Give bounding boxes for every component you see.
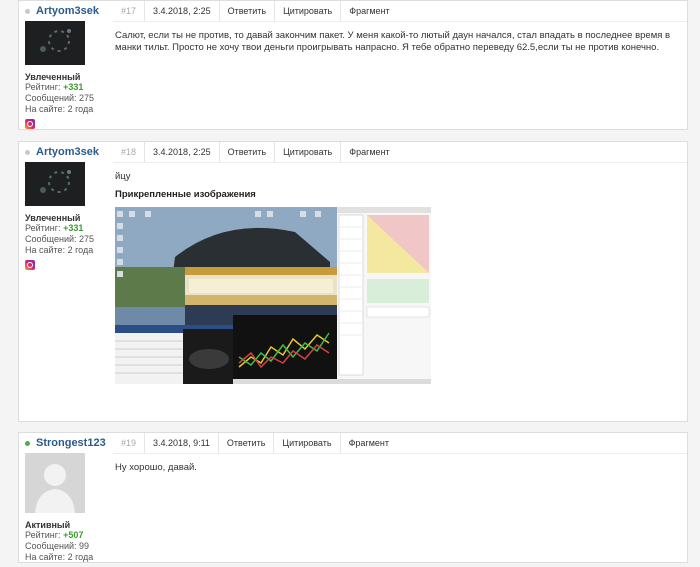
post-number[interactable]: #17 <box>113 1 146 21</box>
header-divider <box>113 453 687 454</box>
author-name[interactable]: Artyom3sek <box>25 146 115 158</box>
post-text: йцу <box>115 171 131 182</box>
reply-button[interactable]: Ответить <box>219 433 275 453</box>
user-role: Активный <box>25 520 71 530</box>
post-date: 3.4.2018, 2:25 <box>145 142 220 162</box>
avatar[interactable] <box>25 453 85 513</box>
author-name[interactable]: Artyom3sek <box>25 5 115 17</box>
post-header: #19 3.4.2018, 9:11 Ответить Цитировать Ф… <box>113 433 389 453</box>
user-messages: Сообщений: 275 <box>25 234 95 244</box>
post-header: #17 3.4.2018, 2:25 Ответить Цитировать Ф… <box>113 1 390 21</box>
attached-image[interactable] <box>115 207 431 384</box>
quote-button[interactable]: Цитировать <box>274 433 341 453</box>
user-rating: Рейтинг: +507 <box>25 530 84 540</box>
post-author-panel: Strongest123 Активный Рейтинг: +507 Сооб… <box>25 437 115 563</box>
user-role: Увлеченный <box>25 72 81 82</box>
post-author-panel: Artyom3sek Увлеченный Рейтинг: +331 Сооб… <box>25 146 115 270</box>
attachments-title: Прикрепленные изображения <box>115 189 256 200</box>
post-number[interactable]: #18 <box>113 142 146 162</box>
fragment-button[interactable]: Фрагмент <box>341 433 397 453</box>
user-on-site: На сайте: 2 года <box>25 104 94 114</box>
fragment-button[interactable]: Фрагмент <box>341 142 397 162</box>
online-status-icon <box>25 440 30 446</box>
quote-button[interactable]: Цитировать <box>275 142 342 162</box>
header-divider <box>113 162 687 163</box>
avatar[interactable] <box>25 162 85 206</box>
post-date: 3.4.2018, 2:25 <box>145 1 220 21</box>
fragment-button[interactable]: Фрагмент <box>341 1 397 21</box>
user-role: Увлеченный <box>25 213 81 223</box>
post-date: 3.4.2018, 9:11 <box>145 433 219 453</box>
post-number[interactable]: #19 <box>113 433 146 453</box>
forum-post: Artyom3sek Увлеченный Рейтинг: +331 Сооб… <box>18 0 688 130</box>
user-messages: Сообщений: 99 <box>25 541 90 551</box>
user-rating: Рейтинг: +331 <box>25 82 84 92</box>
instagram-icon[interactable] <box>25 119 35 129</box>
quote-button[interactable]: Цитировать <box>275 1 342 21</box>
avatar[interactable] <box>25 21 85 65</box>
header-divider <box>113 21 687 22</box>
post-text: Ну хорошо, давай. <box>115 462 197 473</box>
post-header: #18 3.4.2018, 2:25 Ответить Цитировать Ф… <box>113 142 390 162</box>
post-author-panel: Artyom3sek Увлеченный Рейтинг: +331 Сооб… <box>25 5 115 129</box>
instagram-icon[interactable] <box>25 260 35 270</box>
author-name[interactable]: Strongest123 <box>25 437 115 449</box>
reply-button[interactable]: Ответить <box>220 1 276 21</box>
status-dot-icon <box>25 8 30 14</box>
forum-post: Strongest123 Активный Рейтинг: +507 Сооб… <box>18 432 688 563</box>
user-on-site: На сайте: 2 года <box>25 552 94 562</box>
post-text: Салют, если ты не против, то давай закон… <box>115 30 671 53</box>
user-messages: Сообщений: 275 <box>25 93 95 103</box>
reply-button[interactable]: Ответить <box>220 142 276 162</box>
user-on-site: На сайте: 2 года <box>25 245 94 255</box>
status-dot-icon <box>25 149 30 155</box>
user-rating: Рейтинг: +331 <box>25 223 84 233</box>
forum-post: Artyom3sek Увлеченный Рейтинг: +331 Сооб… <box>18 141 688 422</box>
